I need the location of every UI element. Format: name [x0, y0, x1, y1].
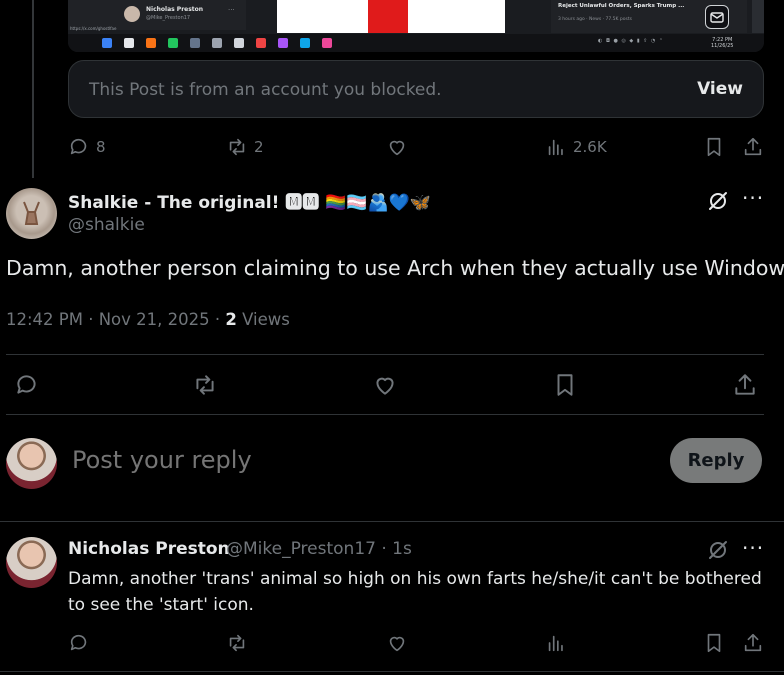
divider [6, 354, 764, 355]
repost-action[interactable]: 2 [226, 136, 264, 158]
divider [0, 521, 784, 522]
screenshot-clock-date: 11/26/25 [711, 43, 734, 49]
views-label: Views [236, 310, 290, 329]
screenshot-image-red [368, 0, 408, 33]
screenshot-clock: 7:22 PM 11/26/25 [711, 37, 733, 49]
repost-icon [229, 138, 245, 156]
like-action[interactable] [386, 136, 414, 158]
screenshot-url: https://x.com/ghostlfae [70, 26, 117, 31]
reply-share-button[interactable] [742, 632, 764, 658]
thread-connector-line [32, 0, 34, 178]
screenshot-taskbar-icon [102, 38, 112, 48]
divider [6, 414, 764, 415]
screenshot-news-meta: 3 hours ago · News · 77.5K posts [558, 17, 632, 22]
heart-icon [389, 140, 405, 156]
screenshot-mail-icon [705, 5, 729, 29]
screenshot-sidebar [752, 0, 764, 33]
heart-icon [376, 377, 394, 395]
reply-text: Damn, another 'trans' animal so high on … [68, 569, 762, 615]
meta-separator: · [209, 310, 226, 329]
blocked-post-notice: This Post is from an account you blocked… [68, 60, 764, 118]
analytics-icon [548, 139, 563, 156]
deer-avatar-art [23, 201, 40, 225]
screenshot-taskbar-icon [322, 38, 332, 48]
post-metadata: 12:42 PM · Nov 21, 2025 · 2 Views [6, 310, 290, 329]
repost-icon [196, 375, 214, 395]
main-bookmark-button[interactable] [552, 372, 578, 402]
post-text: Damn, another person claiming to use Arc… [6, 256, 784, 280]
reply-action[interactable]: 8 [68, 136, 106, 158]
screenshot-taskbar-icon [278, 38, 288, 48]
bookmark-icon [707, 633, 721, 653]
post-timestamp[interactable]: 12:42 PM · Nov 21, 2025 [6, 310, 210, 329]
grok-icon[interactable] [706, 189, 730, 217]
author-name-emojis: 🏳️‍🌈🏳️‍⚧️🫂💙🦋 [325, 193, 432, 213]
blocked-post-text: This Post is from an account you blocked… [89, 80, 442, 100]
screenshot-taskbar-icon [212, 38, 222, 48]
reply-author-name[interactable]: Nicholas Preston [68, 539, 230, 559]
reply-views-button[interactable] [545, 632, 567, 658]
reply-author-avatar[interactable] [6, 537, 57, 588]
screenshot-tray-icons: ◐ ◘ ● ◎ ◆ ▮ ⇪ ◔ ⌃ [598, 38, 665, 44]
screenshot-taskbar-icon [146, 38, 156, 48]
screenshot-avatar [124, 6, 140, 22]
share-icon [744, 633, 762, 652]
bookmark-icon [557, 374, 573, 396]
reply-bookmark-button[interactable] [703, 632, 725, 658]
screenshot-taskbar-icon [190, 38, 200, 48]
reply-reply-button[interactable] [68, 632, 90, 658]
reply-grok-icon[interactable] [706, 538, 730, 566]
views-action[interactable]: 2.6K [545, 136, 607, 158]
screenshot-more-icon: ··· [228, 6, 235, 14]
share-icon [744, 137, 762, 156]
author-name[interactable]: Shalkie - The original! 🅼🅼 🏳️‍🌈🏳️‍⚧️🫂💙🦋 [68, 188, 431, 213]
heart-icon [389, 636, 405, 652]
reply-count: 8 [96, 138, 106, 156]
screenshot-taskbar-icon [300, 38, 310, 48]
main-like-button[interactable] [372, 372, 398, 402]
reply-button[interactable]: Reply [670, 438, 762, 483]
reply-input[interactable] [70, 445, 634, 475]
avatar[interactable] [6, 188, 57, 239]
main-reply-button[interactable] [14, 372, 40, 402]
reply-icon [70, 138, 87, 155]
screenshot-taskbar-icon [234, 38, 244, 48]
author-display-name: Shalkie - The original! 🅼🅼 [68, 193, 320, 213]
screenshot-taskbar-icon [168, 38, 178, 48]
screenshot-taskbar-icon [124, 38, 134, 48]
reply-icon [17, 375, 36, 394]
screenshot-taskbar-icon [256, 38, 266, 48]
screenshot-news-title: Reject Unlawful Orders, Sparks Trump ... [558, 3, 685, 9]
reply-icon [70, 634, 87, 651]
author-handle[interactable]: @shalkie [68, 215, 145, 235]
reply-more-options-icon[interactable]: ··· [742, 536, 764, 560]
analytics-icon [548, 635, 563, 652]
bookmark-action[interactable] [703, 136, 725, 158]
repost-count: 2 [254, 138, 264, 156]
reply-like-button[interactable] [386, 632, 408, 658]
views-count: 2.6K [573, 138, 607, 156]
bookmark-icon [707, 137, 721, 157]
repost-icon [229, 634, 245, 652]
share-icon [735, 374, 755, 395]
more-options-icon[interactable]: ··· [742, 186, 764, 210]
main-repost-button[interactable] [192, 372, 218, 402]
my-avatar[interactable] [6, 438, 57, 489]
share-action[interactable] [742, 136, 764, 158]
view-count: 2 [225, 310, 237, 329]
reply-handle-time[interactable]: @Mike_Preston17 · 1s [226, 539, 412, 559]
screenshot-handle: @Mike_Preston17 [146, 15, 191, 21]
embedded-screenshot-image[interactable]: Nicholas Preston @Mike_Preston17 ··· htt… [68, 0, 764, 52]
main-share-button[interactable] [732, 372, 758, 402]
reply-repost-button[interactable] [226, 632, 248, 658]
view-blocked-post-button[interactable]: View [697, 79, 743, 99]
divider [0, 671, 784, 672]
screenshot-name: Nicholas Preston [146, 6, 204, 13]
